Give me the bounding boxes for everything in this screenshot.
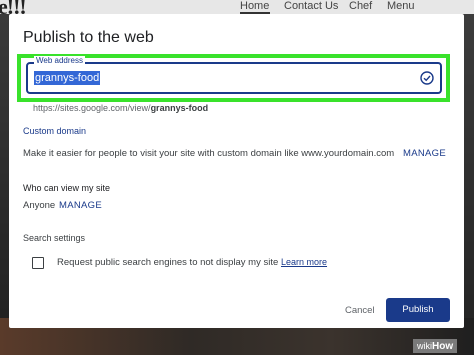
search-settings-heading: Search settings — [23, 233, 86, 243]
who-can-view-heading: Who can view my site — [23, 183, 111, 193]
wikihow-watermark: wikiHow — [413, 339, 458, 353]
cancel-button[interactable]: Cancel — [345, 305, 375, 316]
check-circle-icon — [420, 71, 434, 85]
visibility-value: Anyone — [23, 200, 56, 211]
search-engine-checkbox[interactable] — [32, 257, 44, 269]
web-address-label: Web address — [34, 56, 85, 65]
publish-dialog: Publish to the web Web address grannys-f… — [9, 14, 464, 328]
site-url: https://sites.google.com/view/grannys-fo… — [33, 103, 208, 113]
nav-menu[interactable]: Menu — [387, 0, 415, 12]
visibility-manage-button[interactable]: MANAGE — [59, 200, 102, 211]
learn-more-link[interactable]: Learn more — [281, 257, 327, 267]
publish-button[interactable]: Publish — [386, 298, 450, 322]
custom-domain-manage-button[interactable]: MANAGE — [403, 148, 446, 159]
dialog-title: Publish to the web — [23, 29, 154, 46]
custom-domain-description: Make it easier for people to visit your … — [23, 148, 395, 159]
web-address-input[interactable]: grannys-food — [34, 71, 101, 85]
custom-domain-heading: Custom domain — [23, 126, 87, 136]
nav-chef[interactable]: Chef — [349, 0, 372, 12]
search-engine-checkbox-label: Request public search engines to not dis… — [57, 257, 279, 268]
url-slug: grannys-food — [150, 103, 209, 113]
web-address-field[interactable]: Web address grannys-food — [26, 56, 442, 94]
background-overlay-left — [0, 14, 9, 355]
nav-contact-us[interactable]: Contact Us — [284, 0, 338, 12]
url-prefix: https://sites.google.com/view/ — [33, 103, 151, 113]
nav-home[interactable]: Home — [240, 0, 269, 12]
background-overlay-right — [464, 14, 474, 355]
